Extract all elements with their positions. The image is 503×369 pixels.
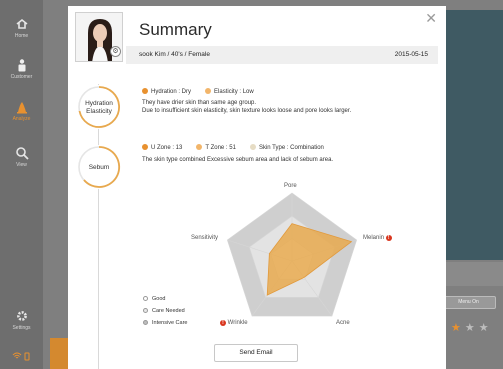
menu-on-button[interactable]: Menu On xyxy=(441,296,496,309)
legend-dot-icon xyxy=(143,296,148,301)
sidebar-item-view[interactable]: View xyxy=(0,146,43,168)
sidebar-item-analyze[interactable]: Analyze xyxy=(0,100,43,122)
warning-icon: ! xyxy=(220,320,226,326)
radar-label-acne: Acne xyxy=(336,320,350,326)
send-email-button[interactable]: Send Email xyxy=(214,344,298,362)
home-icon xyxy=(16,18,27,29)
star-icon: ★ xyxy=(464,322,479,334)
background-panel xyxy=(440,262,503,286)
summary-modal: ✕ ⚙ Summary sook Kim / 40's / Female 201… xyxy=(68,6,446,369)
analyze-icon xyxy=(16,102,27,114)
star-icon: ★ xyxy=(478,322,493,334)
legend-good: Good xyxy=(143,296,165,302)
sidebar-item-home[interactable]: Home xyxy=(0,17,43,39)
background-image-panel xyxy=(440,10,503,260)
legend-care-needed: Care Needed xyxy=(143,308,185,314)
legend-dot-icon xyxy=(143,320,148,325)
radar-label-sensitivity: Sensitivity xyxy=(191,235,219,241)
legend-label: Care Needed xyxy=(152,308,185,314)
legend-label: Good xyxy=(152,296,166,302)
radar-label-wrinkle: ! Wrinkle xyxy=(220,320,248,326)
background-orange-tab xyxy=(50,338,68,369)
sidebar-item-label: View xyxy=(16,162,27,168)
radar-label-pore: Pore xyxy=(284,183,297,189)
star-icon: ★ xyxy=(451,322,465,334)
warning-icon: ! xyxy=(385,235,392,241)
sidebar-item-label: Customer xyxy=(10,74,33,80)
star-rating: ★★★ xyxy=(451,321,493,334)
sidebar-item-label: Home xyxy=(14,33,29,39)
radar-label-melanin: Melanin ! xyxy=(363,235,392,241)
gear-icon xyxy=(16,311,27,321)
sidebar-item-customer[interactable]: Customer xyxy=(0,58,43,80)
legend-label: Intensive Care xyxy=(152,320,188,326)
legend-dot-icon xyxy=(143,308,148,313)
sidebar-item-settings[interactable]: Settings xyxy=(0,309,43,331)
customer-icon xyxy=(18,59,25,72)
sidebar-item-label: Analyze xyxy=(12,116,31,122)
legend-intensive-care: Intensive Care xyxy=(143,320,187,326)
radar-label-text: Wrinkle xyxy=(227,320,248,326)
radar-label-text: Melanin xyxy=(363,235,385,241)
wifi-icon xyxy=(12,352,30,361)
sidebar: Home Customer Analyze View Settings xyxy=(0,0,43,369)
sidebar-item-label: Settings xyxy=(12,325,31,331)
status-icons xyxy=(12,348,32,361)
magnifier-icon xyxy=(15,147,29,160)
radar-chart xyxy=(226,192,358,317)
